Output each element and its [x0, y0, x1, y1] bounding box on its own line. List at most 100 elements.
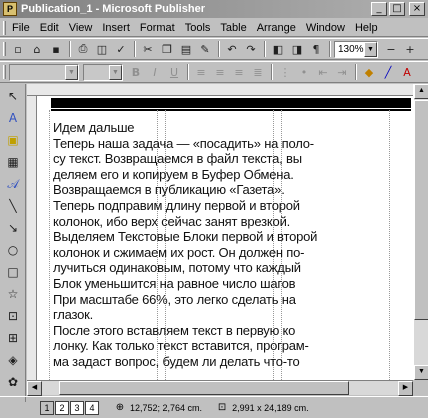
- line-color-icon[interactable]: ╱: [379, 63, 397, 81]
- align-right-icon[interactable]: ≡: [230, 63, 248, 81]
- text-frame[interactable]: Идем дальше Теперь наша задача — «посади…: [53, 120, 388, 370]
- scroll-corner: [413, 380, 428, 395]
- center-icon[interactable]: ≡: [211, 63, 229, 81]
- zoom-out-button[interactable]: −: [382, 40, 400, 58]
- special-chars-icon[interactable]: ¶: [307, 40, 325, 58]
- menu-format[interactable]: Format: [135, 22, 180, 34]
- publisher-icon[interactable]: P: [3, 2, 17, 16]
- close-button[interactable]: ×: [409, 2, 425, 16]
- horizontal-scrollbar[interactable]: ◀ ▶: [27, 380, 413, 396]
- open-icon[interactable]: ⌂: [28, 40, 46, 58]
- toolbar-grip[interactable]: [3, 42, 6, 56]
- text-line: Идем дальше: [53, 120, 135, 135]
- send-back-icon[interactable]: ◨: [288, 40, 306, 58]
- arrow-icon[interactable]: ↘: [3, 218, 23, 238]
- text-line: деляем его и копируем в Буфер Обмена.: [53, 166, 294, 182]
- size-icon: ⊡: [217, 401, 227, 413]
- pointer-icon[interactable]: ↖: [3, 86, 23, 106]
- title-bar: P Publication_1 - Microsoft Publisher _ …: [0, 0, 428, 18]
- vertical-scrollbar[interactable]: ▲ ▼: [413, 84, 428, 380]
- undo-icon[interactable]: ↶: [223, 40, 241, 58]
- menu-edit[interactable]: Edit: [35, 22, 64, 34]
- chevron-down-icon[interactable]: ▼: [109, 64, 122, 80]
- menu-view[interactable]: View: [64, 22, 98, 34]
- font-name-select[interactable]: ▼: [9, 63, 79, 81]
- copy-icon[interactable]: ❐: [158, 40, 176, 58]
- font-size-select[interactable]: ▼: [83, 63, 123, 81]
- text-line: колонок, ибо верх сейчас занят врезкой.: [53, 213, 291, 229]
- justify-icon[interactable]: ≣: [249, 63, 267, 81]
- minimize-button[interactable]: _: [371, 2, 387, 16]
- rectangle-icon[interactable]: □: [3, 262, 23, 282]
- text-line: лонку. Как только текст вставится, прогр…: [53, 338, 309, 354]
- hot-spot-icon[interactable]: ⊡: [3, 306, 23, 326]
- clip-gallery-icon[interactable]: ✿: [3, 372, 23, 392]
- menu-file[interactable]: File: [10, 22, 35, 34]
- horizontal-ruler[interactable]: [27, 84, 413, 96]
- text-line: Теперь подправим длину первой и второй: [53, 197, 300, 213]
- page-button-2[interactable]: 2: [55, 400, 69, 415]
- standard-toolbar: ▫ ⌂ ▪ ⎙ ◫ ✓ ✂ ❐ ▤ ✎ ↶ ↷ ◧ ◨ ¶ 130% ▼ − +: [0, 38, 428, 60]
- scroll-down-icon[interactable]: ▼: [414, 365, 428, 380]
- save-icon[interactable]: ▪: [47, 40, 65, 58]
- text-line: Блок уменьшится на равное число шагов: [53, 275, 296, 291]
- wordart-icon[interactable]: 𝒜: [3, 174, 23, 194]
- decrease-indent-icon[interactable]: ⇤: [314, 63, 332, 81]
- text-line: При масштабе 66%, это легко сделать на: [53, 291, 296, 307]
- zoom-select[interactable]: 130% ▼: [334, 40, 378, 58]
- menu-tools[interactable]: Tools: [180, 22, 216, 34]
- scroll-thumb[interactable]: [59, 381, 349, 395]
- print-icon[interactable]: ⎙: [74, 40, 92, 58]
- bring-front-icon[interactable]: ◧: [269, 40, 287, 58]
- font-color-icon[interactable]: A: [398, 63, 416, 81]
- picture-frame-icon[interactable]: ▣: [3, 130, 23, 150]
- maximize-button[interactable]: □: [389, 2, 405, 16]
- align-left-icon[interactable]: ≡: [192, 63, 210, 81]
- table-icon[interactable]: ▦: [3, 152, 23, 172]
- paste-icon[interactable]: ▤: [177, 40, 195, 58]
- bullets-icon[interactable]: •: [295, 63, 313, 81]
- text-line: глазок.: [53, 307, 94, 323]
- redo-icon[interactable]: ↷: [242, 40, 260, 58]
- page-button-1[interactable]: 1: [40, 400, 54, 415]
- toolbar-grip[interactable]: [3, 20, 6, 35]
- page-button-3[interactable]: 3: [70, 400, 84, 415]
- form-control-icon[interactable]: ⊞: [3, 328, 23, 348]
- page-button-4[interactable]: 4: [85, 400, 99, 415]
- menu-help[interactable]: Help: [350, 22, 383, 34]
- menu-arrange[interactable]: Arrange: [252, 22, 301, 34]
- scroll-thumb[interactable]: [414, 100, 428, 320]
- increase-indent-icon[interactable]: ⇥: [333, 63, 351, 81]
- oval-icon[interactable]: ○: [3, 240, 23, 260]
- toolbar-grip[interactable]: [3, 65, 6, 79]
- numbering-icon[interactable]: ⋮: [276, 63, 294, 81]
- text-line: После этого вставляем текст в первую ко: [53, 322, 296, 338]
- menu-insert[interactable]: Insert: [97, 22, 135, 34]
- underline-icon[interactable]: U: [165, 63, 183, 81]
- custom-shape-icon[interactable]: ☆: [3, 284, 23, 304]
- cut-icon[interactable]: ✂: [139, 40, 157, 58]
- text-line: колонок и сжимаем их рост. Он должен по-: [53, 244, 305, 260]
- menu-bar: File Edit View Insert Format Tools Table…: [0, 19, 428, 37]
- menu-table[interactable]: Table: [215, 22, 251, 34]
- print-preview-icon[interactable]: ◫: [93, 40, 111, 58]
- bold-icon[interactable]: B: [127, 63, 145, 81]
- scroll-left-icon[interactable]: ◀: [27, 381, 42, 396]
- format-painter-icon[interactable]: ✎: [196, 40, 214, 58]
- vertical-ruler[interactable]: [27, 96, 37, 380]
- text-box-icon[interactable]: A: [3, 108, 23, 128]
- chevron-down-icon[interactable]: ▼: [364, 41, 377, 57]
- zoom-in-button[interactable]: +: [401, 40, 419, 58]
- menu-window[interactable]: Window: [301, 22, 350, 34]
- publication-page[interactable]: Идем дальше Теперь наша задача — «посади…: [37, 96, 413, 380]
- chevron-down-icon[interactable]: ▼: [65, 64, 78, 80]
- new-icon[interactable]: ▫: [9, 40, 27, 58]
- scroll-right-icon[interactable]: ▶: [398, 381, 413, 396]
- scroll-up-icon[interactable]: ▲: [414, 84, 428, 99]
- html-fragment-icon[interactable]: ◈: [3, 350, 23, 370]
- line-icon[interactable]: ╲: [3, 196, 23, 216]
- italic-icon[interactable]: I: [146, 63, 164, 81]
- spelling-icon[interactable]: ✓: [112, 40, 130, 58]
- header-graphic: [51, 98, 411, 108]
- fill-color-icon[interactable]: ◆: [360, 63, 378, 81]
